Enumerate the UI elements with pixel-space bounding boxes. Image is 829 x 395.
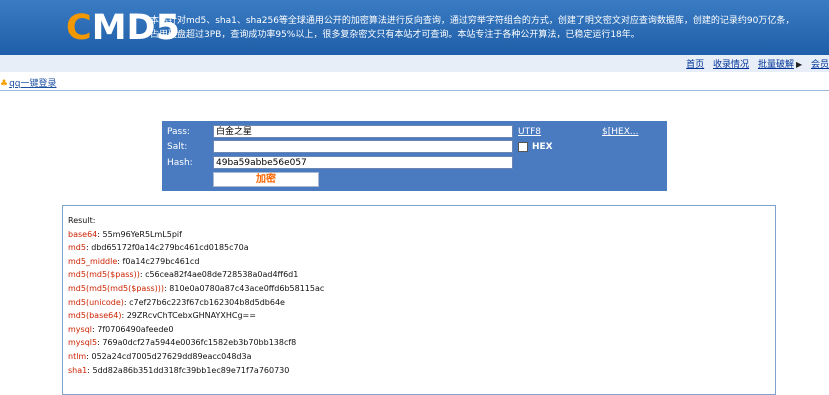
utf8-link[interactable]: UTF8 (518, 127, 541, 137)
result-value: 55m96YeR5LmL5pif (102, 229, 182, 239)
result-key: md5_middle (68, 256, 118, 266)
result-key: md5(base64) (68, 311, 122, 321)
salt-input[interactable] (213, 140, 513, 153)
result-value: 769a0dcf27a5944e0036fc1582eb3b70bb138cf8 (102, 338, 297, 348)
result-row: mysql5: 769a0dcf27a5944e0036fc1582eb3b70… (68, 338, 297, 348)
result-row: md5(unicode): c7ef27b6c223f67cb162304b8d… (68, 297, 285, 307)
dropdown-arrow-icon[interactable]: ▶ (796, 60, 802, 69)
result-value: 052a24cd7005d27629dd89eacc048d3a (91, 351, 252, 361)
result-row: ntlm: 052a24cd7005d27629dd89eacc048d3a (68, 351, 252, 361)
pass-label: Pass: (167, 127, 190, 137)
result-value: 5dd82a86b351dd318fc39bb1ec89e71f7a760730 (92, 365, 290, 375)
result-value: f0a14c279bc461cd (122, 256, 200, 266)
hex-checkbox-label: HEX (532, 142, 553, 152)
nav-member-link[interactable]: 会员 (811, 60, 829, 70)
result-row: md5(base64): 29ZRcvChTCebxGHNAYXHCg== (68, 311, 256, 321)
result-key: md5 (68, 243, 86, 253)
result-row: mysql: 7f0706490afeede0 (68, 324, 174, 334)
intro-line-1: 本站针对md5、sha1、sha256等全球通用公开的加密算法进行反向查询，通过… (150, 16, 795, 26)
nav-bulk-link[interactable]: 批量破解 (758, 60, 794, 70)
result-value: 810e0a0780a87c43ace0ffd6b58115ac (169, 283, 325, 293)
result-key: mysql5 (68, 338, 98, 348)
result-row: base64: 55m96YeR5LmL5pif (68, 229, 182, 239)
result-value: 29ZRcvChTCebxGHNAYXHCg== (126, 311, 256, 321)
top-nav: 首页 收录情况 批量破解 ▶ 会员 (680, 57, 829, 70)
hex-checkbox[interactable] (518, 142, 528, 152)
result-value: 7f0706490afeede0 (97, 324, 174, 334)
nav-home-link[interactable]: 首页 (686, 60, 704, 70)
result-key: base64 (68, 229, 98, 239)
pass-input[interactable]: 白金之星 (213, 125, 513, 138)
result-key: sha1 (68, 365, 88, 375)
result-key: ntlm (68, 351, 87, 361)
header-banner: CMD5 本站针对md5、sha1、sha256等全球通用公开的加密算法进行反向… (0, 0, 829, 55)
result-value: c7ef27b6c223f67cb162304b8d5db64e (129, 297, 285, 307)
result-row: md5(md5(md5($pass))): 810e0a0780a87c43ac… (68, 283, 325, 293)
site-intro: 本站针对md5、sha1、sha256等全球通用公开的加密算法进行反向查询，通过… (150, 14, 822, 42)
hash-label: Hash: (167, 158, 193, 168)
qq-penguin-icon: ♣ (0, 79, 9, 89)
encrypt-button[interactable]: 加密 (213, 172, 319, 187)
result-row: md5_middle: f0a14c279bc461cd (68, 256, 200, 266)
intro-line-2: 占用硬盘超过3PB，查询成功率95%以上，很多复杂密文只有本站才可查询。本站专注… (150, 30, 640, 40)
result-key: md5(md5(md5($pass))) (68, 283, 165, 293)
salt-label: Salt: (167, 142, 188, 152)
result-value: dbd65172f0a14c279bc461cd0185c70a (91, 243, 249, 253)
result-row: md5(md5($pass)): c56cea82f4ae08de728538a… (68, 270, 299, 280)
divider (0, 90, 829, 91)
qq-login-link[interactable]: qq一键登录 (9, 79, 56, 89)
result-key: mysql (68, 324, 92, 334)
result-row: sha1: 5dd82a86b351dd318fc39bb1ec89e71f7a… (68, 365, 290, 375)
result-key: md5(md5($pass)) (68, 270, 140, 280)
result-row: md5: dbd65172f0a14c279bc461cd0185c70a (68, 243, 249, 253)
logo-c: C (66, 8, 92, 48)
result-value: c56cea82f4ae08de728538a0ad4ff6d1 (145, 270, 299, 280)
hex-link[interactable]: $[HEX... (602, 127, 638, 137)
encrypt-form: Pass: 白金之星 Salt: Hash: 49ba59abbe56e057 … (162, 121, 667, 191)
nav-collect-link[interactable]: 收录情况 (713, 60, 749, 70)
result-key: md5(unicode) (68, 297, 124, 307)
result-panel: Result: base64: 55m96YeR5LmL5pif md5: db… (62, 205, 776, 395)
hash-output[interactable]: 49ba59abbe56e057 (213, 156, 513, 169)
result-title: Result: (68, 216, 96, 225)
qq-login-row[interactable]: ♣qq一键登录 (0, 76, 57, 89)
